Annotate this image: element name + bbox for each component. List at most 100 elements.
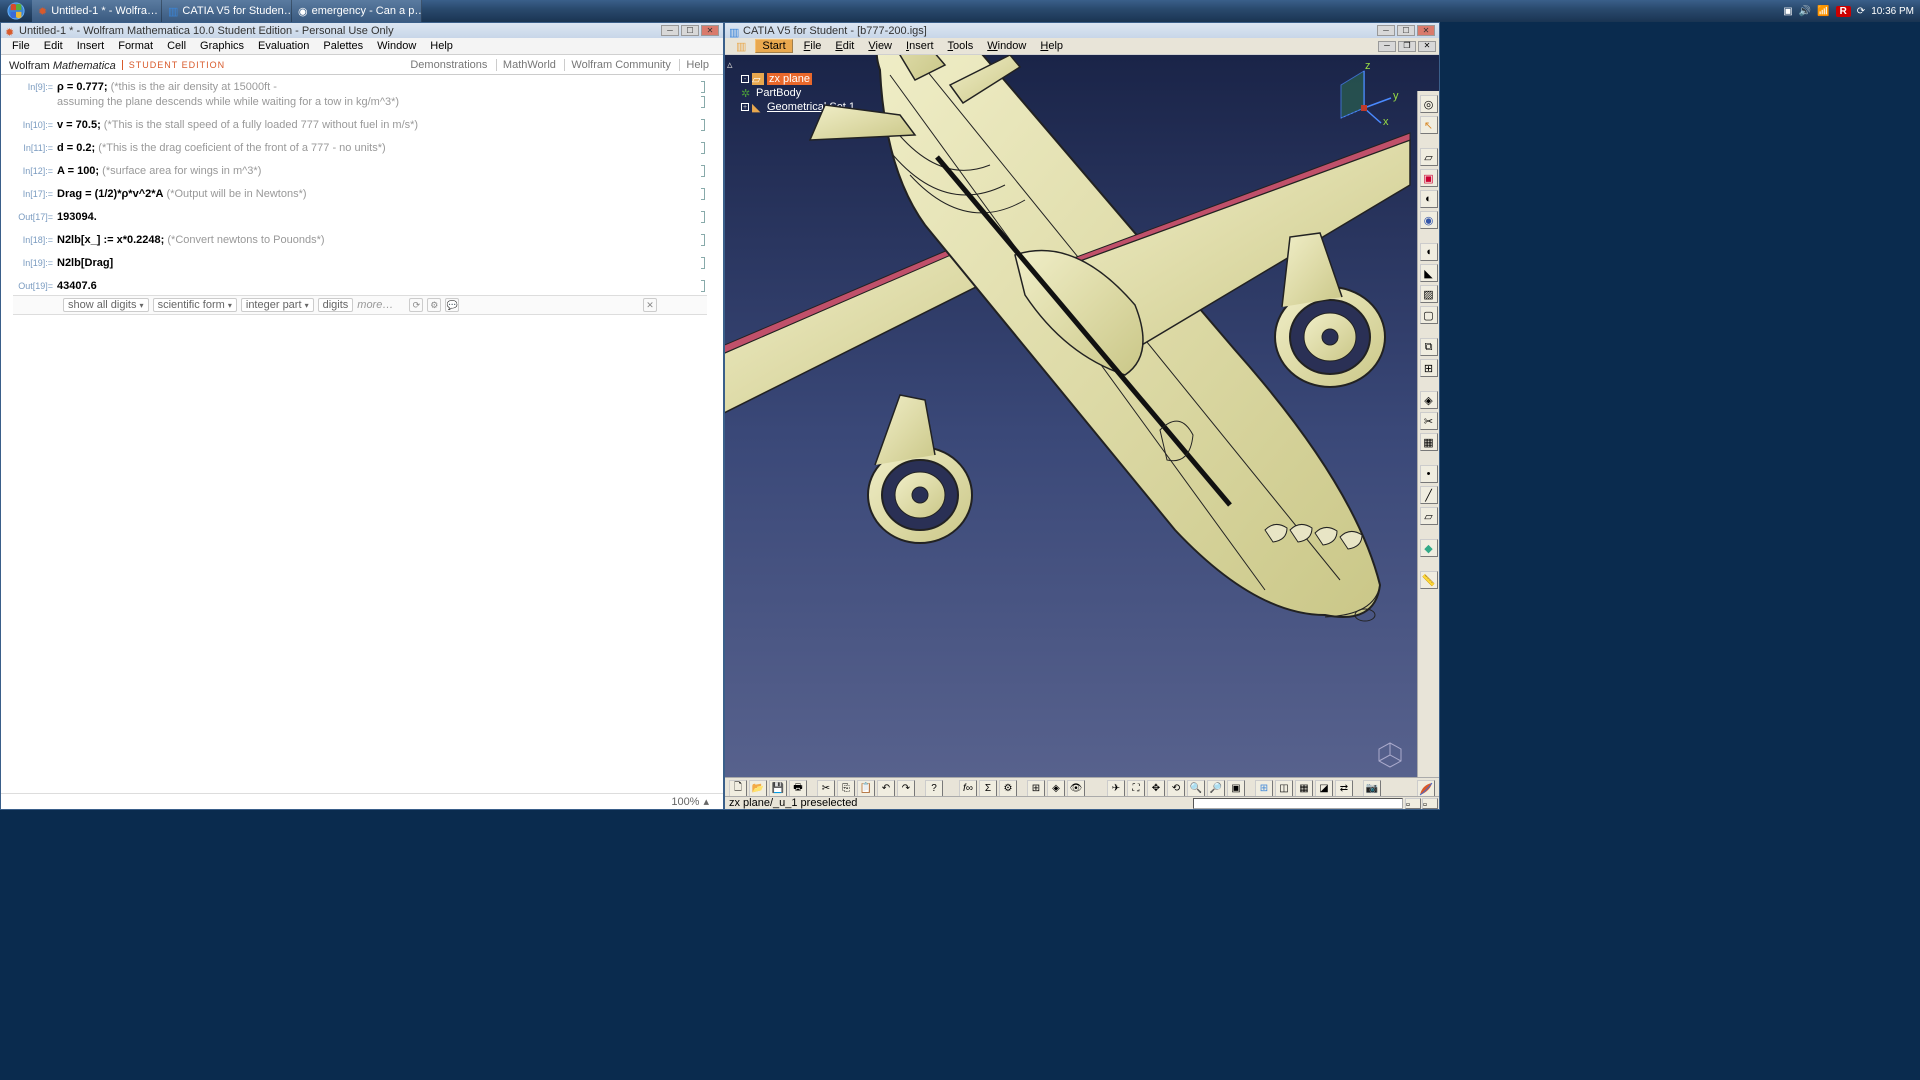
taskbar-item-mathematica[interactable]: ✹Untitled-1 * - Wolfra… xyxy=(32,0,162,22)
redo-icon[interactable]: ↷ xyxy=(897,780,915,798)
menu-help[interactable]: Help xyxy=(1033,40,1070,52)
gear-icon[interactable]: ⚙ xyxy=(427,298,441,312)
cell-content[interactable]: ρ = 0.777; (*this is the air density at … xyxy=(53,81,707,93)
menu-edit[interactable]: Edit xyxy=(828,40,861,52)
link-mathworld[interactable]: MathWorld xyxy=(496,59,562,71)
rotate-gizmo-icon[interactable] xyxy=(1375,739,1405,769)
fillet-icon[interactable]: ◖ xyxy=(1420,243,1438,261)
axis-gizmo[interactable]: z y x xyxy=(1329,63,1399,133)
menu-view[interactable]: View xyxy=(861,40,899,52)
hide-icon[interactable]: ◪ xyxy=(1315,780,1333,798)
red-badge-icon[interactable]: R xyxy=(1836,6,1851,17)
menu-start[interactable]: Start xyxy=(755,39,792,53)
suggest-showall[interactable]: show all digits ▾ xyxy=(63,298,149,312)
menu-insert[interactable]: Insert xyxy=(70,40,112,52)
line-icon[interactable]: ╱ xyxy=(1420,486,1438,504)
virus-icon[interactable]: ▣ xyxy=(1783,6,1792,17)
draft-icon[interactable]: ▨ xyxy=(1420,285,1438,303)
cell-bracket-icon[interactable] xyxy=(701,211,705,223)
notebook-cell[interactable]: In[12]:= A = 100; (*surface area for win… xyxy=(13,165,707,177)
zoomin-icon[interactable]: 🔍 xyxy=(1187,780,1205,798)
notebook-cell[interactable]: In[19]:= N2lb[Drag] xyxy=(13,257,707,269)
undo-icon[interactable]: ↶ xyxy=(877,780,895,798)
cell-content[interactable]: assuming the plane descends while while … xyxy=(53,96,707,108)
open-icon[interactable]: 📂 xyxy=(749,780,767,798)
sketch-icon[interactable]: ▱ xyxy=(1420,148,1438,166)
shell-icon[interactable]: ▢ xyxy=(1420,306,1438,324)
menu-graphics[interactable]: Graphics xyxy=(193,40,251,52)
mathematica-titlebar[interactable]: ✹ Untitled-1 * - Wolfram Mathematica 10.… xyxy=(1,23,723,38)
link-community[interactable]: Wolfram Community xyxy=(564,59,676,71)
pointer-icon[interactable]: ↖ xyxy=(1420,116,1438,134)
doc-restore-button[interactable]: ❐ xyxy=(1398,41,1416,52)
refresh-icon[interactable]: ⟳ xyxy=(409,298,423,312)
rotate-icon[interactable]: ⟲ xyxy=(1167,780,1185,798)
command-input[interactable] xyxy=(1193,798,1403,809)
thick-icon[interactable]: ▦ xyxy=(1420,433,1438,451)
notebook-cell[interactable]: assuming the plane descends while while … xyxy=(13,96,707,108)
cell-bracket-icon[interactable] xyxy=(701,81,705,93)
measure-icon[interactable]: 📏 xyxy=(1420,571,1438,589)
plane-icon[interactable]: ▱ xyxy=(1420,507,1438,525)
link-demonstrations[interactable]: Demonstrations xyxy=(404,59,493,71)
material-icon[interactable]: ◆ xyxy=(1420,539,1438,557)
grid-icon[interactable]: ⊞ xyxy=(1027,780,1045,798)
minimize-button[interactable]: ─ xyxy=(661,25,679,36)
paste-icon[interactable]: 📋 xyxy=(857,780,875,798)
maximize-button[interactable]: ☐ xyxy=(1397,25,1415,36)
print-icon[interactable]: 🖶 xyxy=(789,780,807,798)
menu-insert[interactable]: Insert xyxy=(899,40,941,52)
view-icon[interactable]: 👁 xyxy=(1067,780,1085,798)
close-suggest-icon[interactable]: ✕ xyxy=(643,298,657,312)
pattern-icon[interactable]: ⊞ xyxy=(1420,359,1438,377)
catia-titlebar[interactable]: ▥ CATIA V5 for Student - [b777-200.igs] … xyxy=(725,23,1439,38)
menu-file[interactable]: File xyxy=(5,40,37,52)
formula-icon[interactable]: Σ xyxy=(979,780,997,798)
boolean-icon[interactable]: ◈ xyxy=(1420,391,1438,409)
new-icon[interactable]: 🗋 xyxy=(729,780,747,798)
cell-bracket-icon[interactable] xyxy=(701,188,705,200)
revolve-icon[interactable]: ◐ xyxy=(1420,190,1438,208)
split-icon[interactable]: ✂ xyxy=(1420,412,1438,430)
notebook-cell[interactable]: In[17]:= Drag = (1/2)*ρ*v^2*A (*Output w… xyxy=(13,188,707,200)
knowledge-icon[interactable]: ⚙ xyxy=(999,780,1017,798)
cell-content[interactable]: Drag = (1/2)*ρ*v^2*A (*Output will be in… xyxy=(53,188,707,200)
cell-content[interactable]: N2lb[Drag] xyxy=(53,257,707,269)
cell-bracket-icon[interactable] xyxy=(701,257,705,269)
menu-tools[interactable]: Tools xyxy=(941,40,981,52)
notebook-cell[interactable]: Out[19]= 43407.6 xyxy=(13,280,707,292)
mirror-icon[interactable]: ⧉ xyxy=(1420,338,1438,356)
fitall-icon[interactable]: ⛶ xyxy=(1127,780,1145,798)
taskbar-item-catia[interactable]: ▥CATIA V5 for Studen… xyxy=(162,0,292,22)
normal-icon[interactable]: ▣ xyxy=(1227,780,1245,798)
menu-window[interactable]: Window xyxy=(980,40,1033,52)
fx-icon[interactable]: f∞ xyxy=(959,780,977,798)
maximize-button[interactable]: ☐ xyxy=(681,25,699,36)
doc-minimize-button[interactable]: ─ xyxy=(1378,41,1396,52)
menu-help[interactable]: Help xyxy=(423,40,460,52)
notebook-cell[interactable]: In[10]:= v = 70.5; (*This is the stall s… xyxy=(13,119,707,131)
menu-file[interactable]: File xyxy=(797,40,829,52)
clock[interactable]: 10:36 PM xyxy=(1871,6,1914,17)
menu-format[interactable]: Format xyxy=(111,40,160,52)
compass-icon[interactable]: ◎ xyxy=(1420,95,1438,113)
multiview-icon[interactable]: ⊞ xyxy=(1255,780,1273,798)
minimize-button[interactable]: ─ xyxy=(1377,25,1395,36)
cell-content[interactable]: d = 0.2; (*This is the drag coeficient o… xyxy=(53,142,707,154)
copy-icon[interactable]: ⎘ xyxy=(837,780,855,798)
notebook-cell[interactable]: In[18]:= N2lb[x_] := x*0.2248; (*Convert… xyxy=(13,234,707,246)
suggest-more[interactable]: more… xyxy=(357,299,393,311)
cell-content[interactable]: A = 100; (*surface area for wings in m^3… xyxy=(53,165,707,177)
status-btn2[interactable]: ▫ xyxy=(1422,798,1438,809)
cell-content[interactable]: 193094. xyxy=(53,211,707,223)
cell-bracket-icon[interactable] xyxy=(701,96,705,108)
sync-icon[interactable]: ⟳ xyxy=(1857,6,1865,17)
menu-cell[interactable]: Cell xyxy=(160,40,193,52)
menu-palettes[interactable]: Palettes xyxy=(316,40,370,52)
catia-viewport[interactable]: ▵ -▱zx plane ✲PartBody +◣Geometrical Set… xyxy=(725,55,1439,809)
doc-close-button[interactable]: ✕ xyxy=(1418,41,1436,52)
hole-icon[interactable]: ◉ xyxy=(1420,211,1438,229)
notebook-cell[interactable]: In[11]:= d = 0.2; (*This is the drag coe… xyxy=(13,142,707,154)
cell-content[interactable]: N2lb[x_] := x*0.2248; (*Convert newtons … xyxy=(53,234,707,246)
pad-icon[interactable]: ▣ xyxy=(1420,169,1438,187)
